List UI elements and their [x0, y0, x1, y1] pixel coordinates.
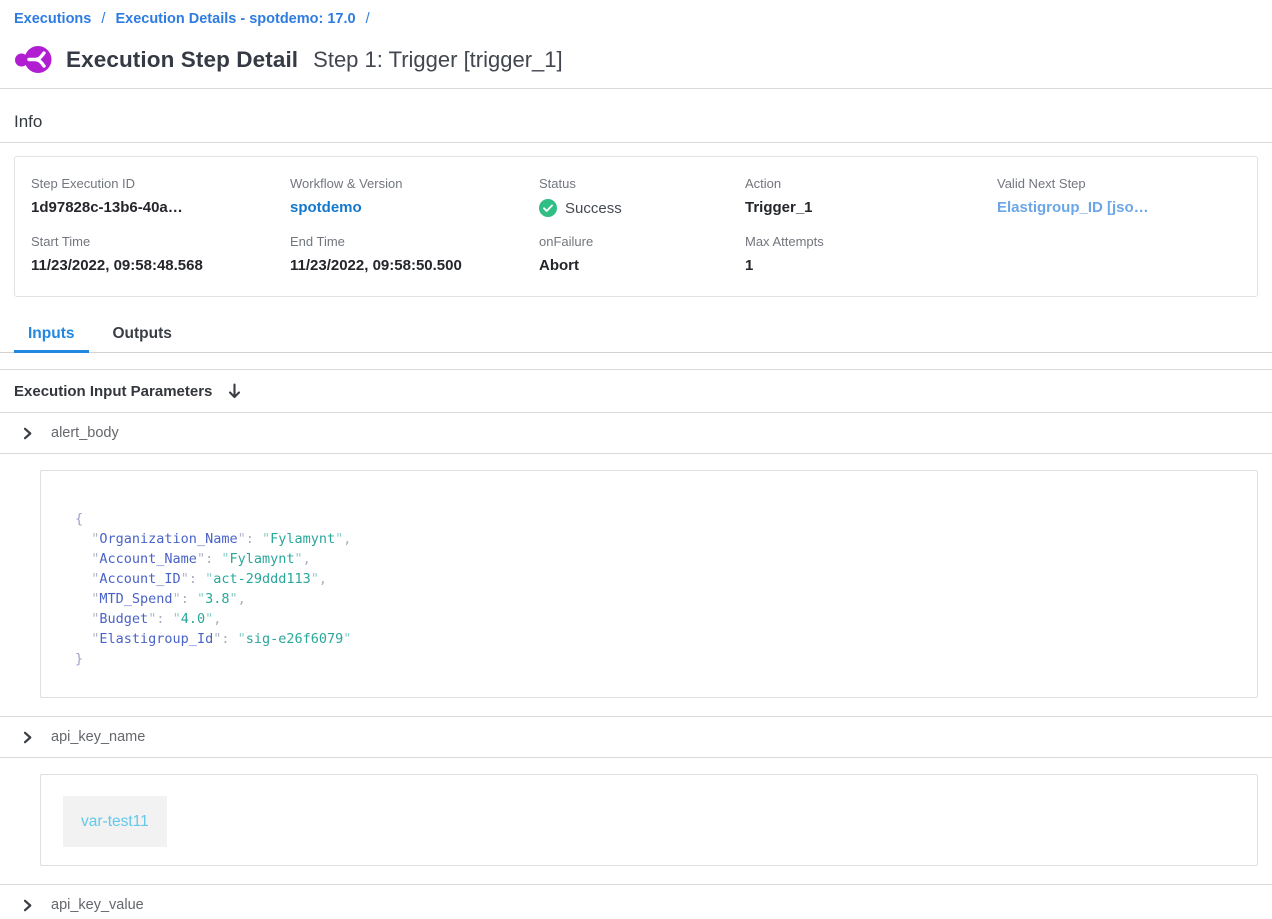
field-valid-next-step: Valid Next Step Elastigroup_ID [jso…: [997, 176, 1241, 217]
section-label: api_key_name: [51, 729, 145, 745]
arrow-down-icon[interactable]: [227, 383, 242, 400]
breadcrumb-link-execution-details[interactable]: Execution Details - spotdemo: 17.0: [115, 11, 355, 27]
alert-body-panel: { "Organization_Name": "Fylamynt", "Acco…: [40, 470, 1258, 698]
field-label: Step Execution ID: [31, 176, 290, 191]
tab-inputs[interactable]: Inputs: [14, 320, 89, 353]
field-end-time: End Time 11/23/2022, 09:58:50.500: [290, 234, 539, 274]
api-key-name-panel: var-test11: [40, 774, 1258, 866]
status-badge: Success: [565, 200, 622, 217]
field-value: 11/23/2022, 09:58:48.568: [31, 257, 290, 274]
divider: [0, 88, 1272, 89]
breadcrumb-separator: /: [101, 11, 105, 27]
section-label: alert_body: [51, 425, 119, 441]
divider: [0, 453, 1272, 454]
divider: [0, 142, 1272, 143]
field-label: Action: [745, 176, 997, 191]
field-label: Start Time: [31, 234, 290, 249]
breadcrumb: Executions / Execution Details - spotdem…: [0, 0, 1272, 27]
workflow-brand-icon: [14, 44, 53, 75]
field-label: Valid Next Step: [997, 176, 1241, 191]
execution-input-parameters-header: Execution Input Parameters: [0, 370, 1272, 412]
chevron-right-icon: [21, 427, 34, 440]
field-value: Abort: [539, 257, 745, 274]
info-card: Step Execution ID 1d97828c-13b6-40a… Wor…: [14, 156, 1258, 297]
chevron-right-icon: [21, 731, 34, 744]
field-label: Status: [539, 176, 745, 191]
field-start-time: Start Time 11/23/2022, 09:58:48.568: [31, 234, 290, 274]
execution-input-parameters-title: Execution Input Parameters: [14, 383, 212, 400]
section-toggle-api-key-name[interactable]: api_key_name: [0, 717, 1272, 757]
info-heading: Info: [14, 112, 1258, 132]
section-toggle-alert-body[interactable]: alert_body: [0, 413, 1272, 453]
divider: [0, 757, 1272, 758]
field-workflow-version: Workflow & Version spotdemo: [290, 176, 539, 217]
field-value: 1: [745, 257, 997, 274]
breadcrumb-link-executions[interactable]: Executions: [14, 11, 91, 27]
page-header: Execution Step Detail Step 1: Trigger [t…: [0, 27, 1272, 75]
api-key-name-value: var-test11: [63, 796, 167, 847]
field-status: Status Success: [539, 176, 745, 217]
field-label: Workflow & Version: [290, 176, 539, 191]
field-action: Action Trigger_1: [745, 176, 997, 217]
page-title: Execution Step Detail: [66, 47, 298, 73]
alert-body-json: { "Organization_Name": "Fylamynt", "Acco…: [75, 509, 1237, 669]
section-label: api_key_value: [51, 897, 144, 913]
field-label: Max Attempts: [745, 234, 997, 249]
section-toggle-api-key-value[interactable]: api_key_value: [0, 885, 1272, 919]
workflow-link[interactable]: spotdemo: [290, 199, 362, 216]
field-max-attempts: Max Attempts 1: [745, 234, 997, 274]
breadcrumb-separator: /: [366, 11, 370, 27]
field-label: End Time: [290, 234, 539, 249]
field-value: Trigger_1: [745, 199, 997, 216]
tab-bar: Inputs Outputs: [0, 320, 1272, 353]
field-value: 1d97828c-13b6-40a…: [31, 199, 290, 216]
field-label: onFailure: [539, 234, 745, 249]
field-step-execution-id: Step Execution ID 1d97828c-13b6-40a…: [31, 176, 290, 217]
next-step-link[interactable]: Elastigroup_ID [jso…: [997, 199, 1149, 216]
chevron-right-icon: [21, 899, 34, 912]
execution-step-detail-page: Executions / Execution Details - spotdem…: [0, 0, 1272, 919]
field-onfailure: onFailure Abort: [539, 234, 745, 274]
success-check-icon: [539, 199, 557, 217]
page-subtitle: Step 1: Trigger [trigger_1]: [313, 47, 562, 73]
tab-outputs[interactable]: Outputs: [99, 320, 186, 353]
field-value: 11/23/2022, 09:58:50.500: [290, 257, 539, 274]
